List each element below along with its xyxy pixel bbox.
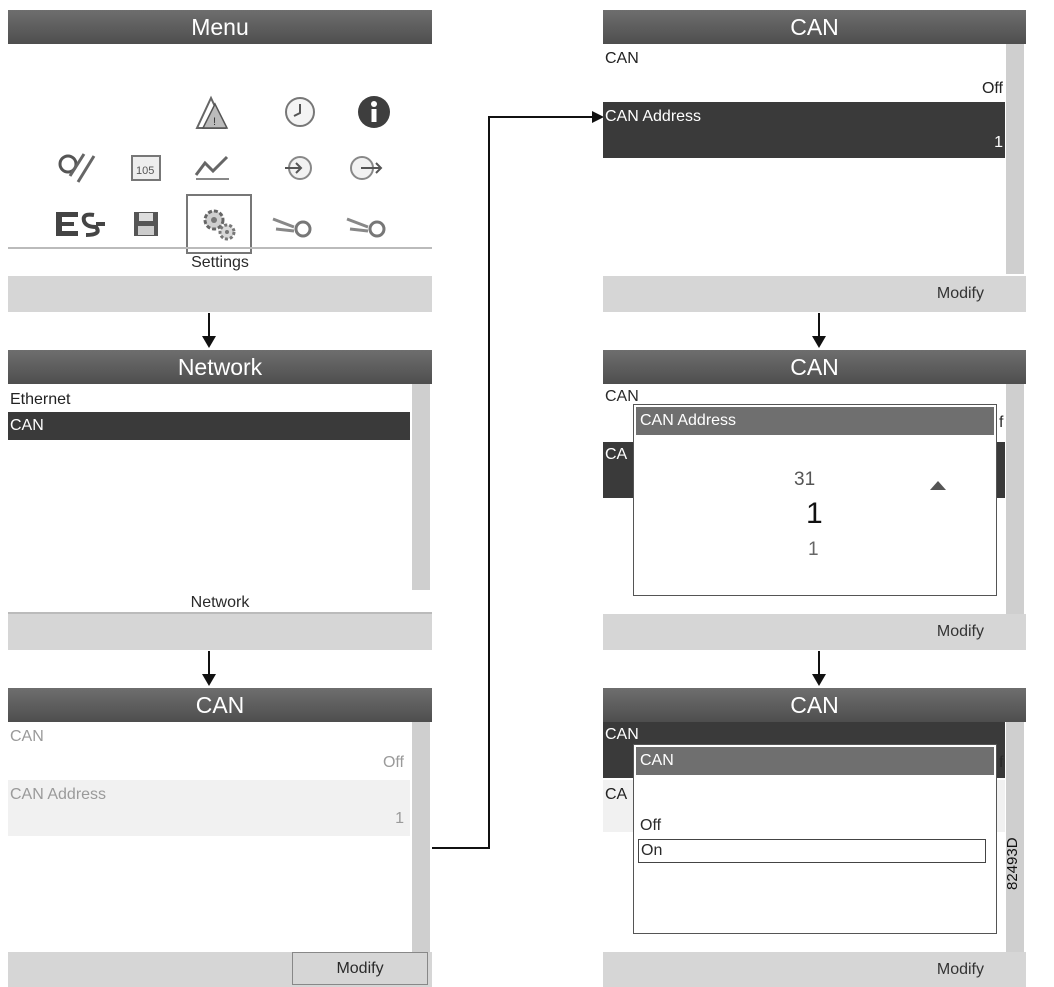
- can-onoff-popup: CAN Off On: [633, 744, 997, 934]
- setting-value: 1: [395, 810, 404, 827]
- popup-title: CAN: [636, 747, 994, 775]
- scrollbar[interactable]: [1006, 44, 1024, 274]
- service-wrench-icon[interactable]: [54, 146, 98, 190]
- status-label: Network: [190, 594, 250, 611]
- network-footer: [8, 614, 432, 650]
- clock-icon[interactable]: [278, 90, 322, 134]
- can-address-popup: CAN Address 31 1 1: [633, 404, 997, 596]
- flow-arrow-head: [202, 674, 216, 686]
- can-address-edit-title: CAN: [603, 350, 1026, 384]
- modify-button-label: Modify: [336, 960, 384, 977]
- can-selected-title: CAN: [603, 10, 1026, 44]
- option-off[interactable]: Off: [638, 815, 986, 837]
- network-panel: Network Ethernet CAN Network: [8, 350, 432, 650]
- flow-arrow-head: [202, 336, 216, 348]
- can-onoff-edit-panel: CAN CAN f CA CAN Off On Modify: [603, 688, 1026, 987]
- flow-arrow-head: [812, 336, 826, 348]
- flow-connector: [488, 116, 594, 118]
- flow-connector: [488, 116, 490, 849]
- modify-button[interactable]: Modify: [937, 952, 984, 987]
- flow-arrow-head: [812, 674, 826, 686]
- background-row-label: CA: [605, 446, 628, 463]
- setting-label: CAN: [10, 728, 44, 745]
- output-arrow-icon[interactable]: [344, 146, 388, 190]
- option-label: On: [641, 842, 663, 859]
- input-arrow-icon[interactable]: [276, 146, 320, 190]
- figure-code: 82493D: [1004, 837, 1021, 890]
- menu-footer: [8, 276, 432, 312]
- can-onoff-edit-title: CAN: [603, 688, 1026, 722]
- max-value: 31: [794, 469, 816, 490]
- background-row-label: CA: [605, 786, 628, 803]
- info-icon[interactable]: [352, 90, 396, 134]
- min-value: 1: [808, 539, 819, 560]
- popup-title: CAN Address: [636, 407, 994, 435]
- setting-value: 1: [994, 134, 1003, 151]
- can-list-panel: CAN CAN Off CAN Address 1 Modify: [8, 688, 432, 987]
- scrollbar[interactable]: [412, 722, 430, 952]
- increment-arrow-icon[interactable]: [930, 481, 946, 490]
- key-icon-2[interactable]: [344, 202, 388, 246]
- list-item-label: CAN: [10, 417, 44, 434]
- setting-row-can-address[interactable]: CAN Address 1: [8, 780, 410, 836]
- can-address-edit-panel: CAN CAN CA f CAN Address 31 1 1 Modify: [603, 350, 1026, 650]
- settings-gear-icon[interactable]: [186, 194, 252, 254]
- setting-label: CAN: [605, 50, 639, 67]
- list-item-label: Ethernet: [10, 391, 71, 408]
- modify-button[interactable]: Modify: [937, 276, 984, 312]
- scrollbar[interactable]: [412, 384, 430, 590]
- save-disk-icon[interactable]: [124, 202, 168, 246]
- divider: [8, 247, 432, 249]
- option-on[interactable]: On: [638, 839, 986, 863]
- selected-menu-label: Settings: [191, 254, 249, 271]
- alarm-triangles-icon[interactable]: !: [190, 90, 234, 134]
- can-list-title: CAN: [8, 688, 432, 722]
- setting-value: Off: [382, 754, 404, 771]
- menu-panel: Menu ! 105 Settings: [8, 10, 432, 312]
- current-value[interactable]: 1: [806, 497, 823, 531]
- key-icon-1[interactable]: [270, 202, 314, 246]
- list-item-ethernet[interactable]: Ethernet: [8, 388, 410, 412]
- can-selected-panel: CAN CAN Off CAN Address 1 Modify: [603, 10, 1026, 312]
- setting-row-can-address[interactable]: CAN Address 1: [603, 102, 1005, 158]
- can-onoff-edit-footer: Modify: [603, 952, 1026, 987]
- setting-label: CAN Address: [605, 108, 702, 125]
- can-selected-footer: Modify: [603, 276, 1026, 312]
- counter-icon[interactable]: 105: [124, 146, 168, 190]
- setting-row-can[interactable]: CAN Off: [603, 46, 1005, 102]
- trend-chart-icon[interactable]: [190, 146, 234, 190]
- scrollbar[interactable]: [1006, 384, 1024, 614]
- background-row-label: CAN: [605, 726, 639, 743]
- modify-button[interactable]: Modify: [292, 952, 428, 985]
- es-icon[interactable]: [52, 202, 108, 246]
- background-row-value: f: [999, 754, 1004, 771]
- flow-connector: [432, 847, 490, 849]
- menu-title: Menu: [8, 10, 432, 44]
- menu-icon-grid: ! 105: [8, 44, 432, 254]
- setting-label: CAN Address: [10, 786, 107, 803]
- list-item-can[interactable]: CAN: [8, 412, 410, 440]
- background-row-value: f: [999, 414, 1004, 431]
- setting-row-can[interactable]: CAN Off: [8, 724, 410, 778]
- network-title: Network: [8, 350, 432, 384]
- can-address-edit-footer: Modify: [603, 614, 1026, 650]
- svg-text:105: 105: [136, 165, 154, 177]
- setting-value: Off: [981, 80, 1003, 97]
- option-label: Off: [640, 817, 662, 834]
- modify-button[interactable]: Modify: [937, 614, 984, 650]
- svg-text:!: !: [213, 116, 216, 128]
